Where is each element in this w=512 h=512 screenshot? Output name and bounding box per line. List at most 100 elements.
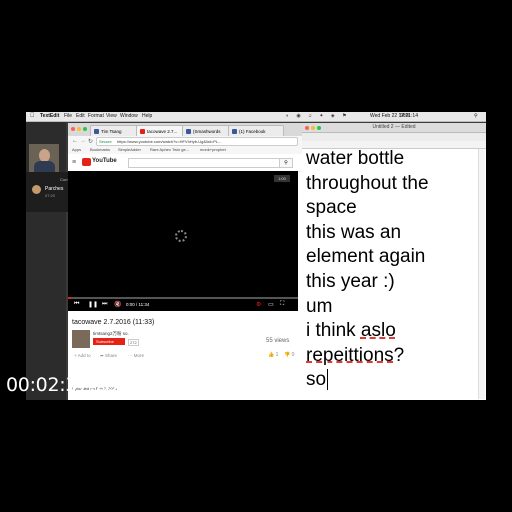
subscribe-button[interactable]: Subscribe [93,338,125,345]
secure-label: Secure [99,139,112,144]
search-input[interactable] [128,158,280,168]
share-button[interactable]: ➦ Share [100,353,117,359]
call-duration: 07:20 [45,193,56,198]
spotlight-icon[interactable]: ⚲ [474,112,478,121]
reload-icon[interactable]: ↻ [88,138,93,145]
doc-line: throughout the [306,172,429,194]
youtube-header: ≡ YouTube ⚲ ⇪ Up [68,154,330,172]
pause-icon[interactable]: ❚❚ [88,301,98,308]
status-icons[interactable]: ◐ ◉ ♫ ✦ ◈ ⚑ [286,112,350,121]
doc-line: this year :) [306,270,395,292]
tab-bar: Tim Tsang tacowave 2.7... (Smashwords (1… [68,123,330,137]
doc-line-text: so [306,369,327,391]
menu-format[interactable]: Format [88,112,104,121]
screen-recording:  TextEdit File Edit Format View Window … [26,112,486,400]
url-text: https://www.youtube.com/watch?v=HFVhHyb-… [117,139,222,144]
theater-mode-icon[interactable]: ▭ [268,301,274,308]
tab-label: (Smashwords [193,129,221,134]
doc-line: so​ [306,368,464,393]
misspelled-word: repeittions [306,344,394,366]
facebook-favicon-icon [186,129,191,134]
browser-window: Tim Tsang tacowave 2.7... (Smashwords (1… [68,123,330,400]
bookmark-apps[interactable]: Apps [72,146,81,154]
menu-view[interactable]: View [106,112,117,121]
more-button[interactable]: ··· More [128,353,144,358]
dislike-count: 0 [291,352,295,358]
channel-name[interactable]: timtsang2万粉 so. [93,331,129,337]
loading-spinner-icon [175,230,187,242]
doc-line: um [306,295,333,317]
textedit-window: Untitled 2 — Edited water bottle through… [302,123,486,400]
facebook-favicon-icon [232,129,237,134]
minimize-window-button[interactable] [77,127,81,131]
url-input[interactable]: Secure https://www.youtube.com/watch?v=H… [96,137,298,146]
misspelled-word: aslo [360,320,396,342]
video-title: tacowave 2.7.2016 (11:33) [72,319,155,326]
caller-avatar [32,185,41,194]
add-to-button[interactable]: + Add to [74,353,91,358]
textedit-zoom-button[interactable] [317,125,321,130]
menu-help[interactable]: Help [142,112,152,121]
doc-line-text: ? [393,344,405,366]
doc-line: repeittions? [306,344,464,369]
mute-icon[interactable]: 🔇 [114,301,121,308]
text-cursor: ​ [327,369,329,391]
back-arrow-icon[interactable]: ← [72,138,78,144]
zoom-window-button[interactable] [83,127,87,131]
progress-fill [68,297,71,299]
doc-line: i think aslo [306,319,464,344]
channel-avatar[interactable] [72,330,90,348]
menu-app-name[interactable]: TextEdit [40,112,59,121]
skip-back-icon[interactable]: ⏮ [74,301,79,308]
bookmark-simpleadder[interactable]: SimpleAdder [118,146,141,154]
document-text[interactable]: water bottle throughout the space this w… [306,147,464,397]
textedit-close-button[interactable] [305,125,309,130]
bookmark-aphex[interactable]: Rare Aphex Twin ge... [150,146,189,154]
skip-forward-icon[interactable]: ⏭ [102,301,107,308]
doc-line: space [306,197,357,219]
add-to-label: Add to [77,353,91,358]
doc-line: element again [306,246,426,268]
subscriber-count: 272 [128,339,139,346]
close-window-button[interactable] [71,127,75,131]
subscribe-label: Subscribe [96,339,114,344]
textedit-minimize-button[interactable] [311,125,315,130]
doc-line: this was an [306,221,402,243]
bookmark-monk[interactable]: monk+prophet [200,146,226,154]
hamburger-menu-icon[interactable]: ≡ [72,159,76,166]
menu-edit[interactable]: Edit [76,112,85,121]
forward-arrow-icon[interactable]: → [80,138,86,144]
menu-window[interactable]: Window [120,112,138,121]
video-timecode-overlay: 00:02:37;29 [6,374,119,396]
youtube-logo-text[interactable]: YouTube [92,158,117,164]
settings-gear-icon[interactable]: ⚙ [256,301,261,308]
progress-track[interactable] [68,297,298,299]
doc-line: water bottle [306,148,405,169]
tab-label: tacowave 2.7... [147,129,178,134]
share-label: Share [105,353,118,358]
like-button[interactable]: 👍 1 [268,352,278,358]
bookmark-bookmarks[interactable]: Bookmarks [90,146,110,154]
mac-menu-bar:  TextEdit File Edit Format View Window … [26,112,486,122]
tab-label: Tim Tsang [101,129,122,134]
person-shoulders [34,161,55,172]
apple-icon[interactable]:  [30,112,35,121]
youtube-logo-icon[interactable] [82,158,91,166]
search-button[interactable]: ⚲ [279,158,293,168]
fullscreen-icon[interactable]: ⛶ [280,301,284,308]
quality-badge[interactable]: 1:00 [274,175,290,182]
menu-clock[interactable]: Wed Feb 22 17:21:14 [370,112,418,121]
webcam-preview [29,144,59,172]
video-player[interactable]: 1:00 ⏮ ❚❚ ⏭ 🔇 0:00 / 11:34 ⚙ ▭ ⛶ [68,171,298,311]
dislike-button[interactable]: 👎 0 [284,352,294,358]
textedit-title: Untitled 2 — Edited [372,124,416,130]
doc-line-text: i think [306,320,361,342]
like-count: 1 [275,352,279,358]
facebook-favicon-icon [94,129,99,134]
caller-name: Parches [45,186,64,192]
menu-file[interactable]: File [64,112,72,121]
view-count: 55 views [266,338,290,344]
textedit-scrollbar[interactable] [478,149,485,399]
more-label: More [133,353,145,358]
youtube-favicon-icon [140,129,145,134]
